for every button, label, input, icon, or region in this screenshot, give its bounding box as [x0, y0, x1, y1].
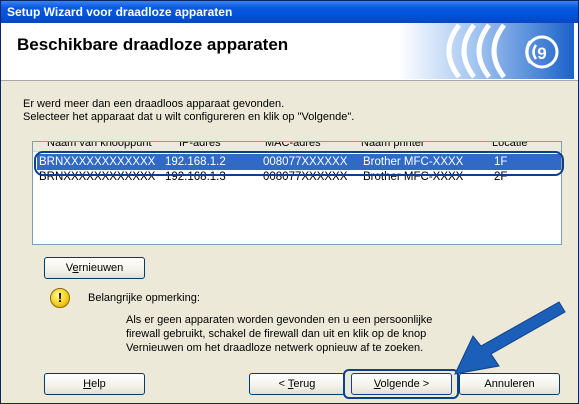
- column-header-ip[interactable]: IP-adres: [179, 142, 221, 149]
- refresh-button[interactable]: Vernieuwen: [44, 257, 145, 279]
- note-title: Belangrijke opmerking:: [88, 292, 200, 304]
- note-body: Als er geen apparaten worden gevonden en…: [126, 313, 432, 355]
- window-titlebar[interactable]: Setup Wizard voor draadloze apparaten: [1, 1, 578, 23]
- next-button-highlight: [343, 369, 459, 399]
- wizard-window: Setup Wizard voor draadloze apparaten Be…: [0, 0, 579, 404]
- exclamation-icon: !: [50, 288, 70, 308]
- svg-text:9: 9: [537, 44, 546, 63]
- page-title: Beschikbare draadloze apparaten: [17, 35, 289, 54]
- wizard-header: Beschikbare draadloze apparaten 9: [1, 23, 578, 81]
- instruction-line-2: Selecteer het apparaat dat u wilt config…: [23, 111, 355, 123]
- instruction-line-1: Er werd meer dan een draadloos apparaat …: [23, 98, 285, 110]
- arrow-pointer-icon: [454, 301, 566, 375]
- column-header-node[interactable]: Naam van knooppunt: [47, 142, 152, 149]
- selection-highlight-ring: [34, 151, 564, 176]
- instructions: Er werd meer dan een draadloos apparaat …: [23, 98, 354, 124]
- column-header-printer[interactable]: Naam printer: [361, 142, 425, 149]
- column-header-mac[interactable]: MAC-adres: [265, 142, 321, 149]
- column-header-location[interactable]: Locatie: [492, 142, 527, 149]
- back-button[interactable]: < Terug: [249, 373, 345, 395]
- note-line-1: Als er geen apparaten worden gevonden en…: [126, 314, 433, 326]
- window-title: Setup Wizard voor draadloze apparaten: [7, 5, 233, 19]
- help-button[interactable]: Help: [44, 373, 145, 395]
- wireless-signal-icon: 9: [399, 23, 574, 79]
- note-line-2: firewall gebruikt, schakel de firewall d…: [126, 328, 427, 340]
- note-line-3: Vernieuwen om het draadloze netwerk opni…: [126, 342, 424, 354]
